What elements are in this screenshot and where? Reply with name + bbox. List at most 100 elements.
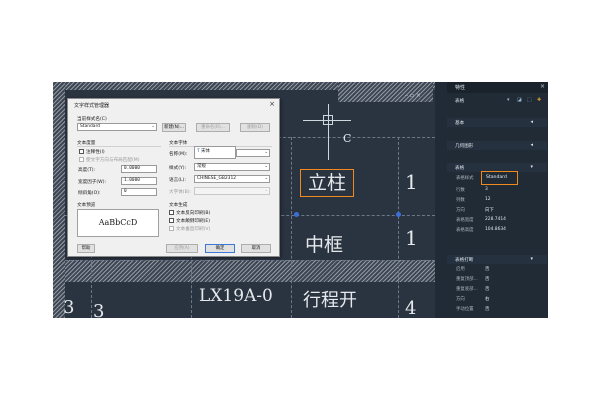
prop-label: 表格宽度	[456, 218, 474, 223]
font-name-select-extension[interactable]: ⌄	[236, 149, 270, 157]
truetype-font-icon: Ƭ	[197, 149, 200, 154]
collapse-icon[interactable]: ◂	[530, 142, 533, 148]
quick-select-icon[interactable]: ◪	[517, 97, 522, 103]
section-geometry[interactable]: 几何图形 ◂	[447, 141, 547, 150]
upside-down-checkbox[interactable]	[169, 210, 174, 215]
table-style-value-box[interactable]: Standard	[481, 171, 518, 185]
crosshair-pickbox	[323, 115, 333, 125]
close-icon[interactable]: ×	[269, 100, 275, 108]
section-table-break-label: 表格打断	[455, 258, 474, 263]
oblique-input[interactable]: 0	[121, 188, 157, 196]
chevron-down-icon[interactable]: ▾	[507, 97, 510, 103]
prop-repeat-top[interactable]: 重复顶部... 否	[447, 275, 547, 283]
font-name-label: 名称(M):	[169, 152, 188, 157]
backwards-checkbox[interactable]	[169, 218, 174, 223]
prop-columns[interactable]: 列数 12	[447, 196, 547, 204]
grid-line	[291, 137, 293, 318]
prop-direction[interactable]: 方向 向下	[447, 206, 547, 214]
text-style-dialog: 文字样式管理器 × 当前样式名(C) Standard ⌄ 新建(N)... 重…	[67, 98, 280, 257]
cell-main-row2[interactable]: 中框	[305, 230, 343, 257]
prop-manual-position[interactable]: 手动位置 否	[447, 305, 547, 313]
cell-main-row3[interactable]: 行程开	[303, 286, 357, 312]
apply-button[interactable]: 应用(A)	[166, 244, 198, 253]
prop-label: 表格高度	[456, 228, 474, 233]
preview-group-label: 文本预览	[77, 203, 96, 208]
prop-table-height[interactable]: 表格高度 104.8634	[447, 226, 547, 234]
bigfont-select[interactable]: ⌄	[194, 187, 270, 195]
table-grip[interactable]	[396, 212, 401, 217]
vertical-label: 文本垂直印刷(V)	[176, 227, 211, 232]
grid-line	[398, 137, 400, 318]
annotative-checkbox[interactable]	[79, 149, 84, 154]
help-button[interactable]: 帮助	[77, 244, 95, 253]
close-icon[interactable]: ×	[540, 83, 545, 90]
prop-break-enabled[interactable]: 启用 否	[447, 265, 547, 273]
vertical-checkbox[interactable]	[169, 226, 174, 231]
section-basic[interactable]: 基本 ◂	[447, 118, 547, 127]
font-style-select[interactable]: 常规 ⌄	[194, 163, 270, 171]
select-objects-icon[interactable]: ⬚	[527, 97, 532, 103]
table-grip[interactable]	[294, 212, 299, 217]
language-value: CHINESE_GB2312	[197, 176, 237, 181]
chevron-down-icon: ⌄	[264, 188, 268, 193]
font-name-select[interactable]: Ƭ 宋体	[194, 146, 236, 159]
prop-label: 表格样式	[456, 176, 474, 181]
panel-titlebar: 特性 ×	[447, 82, 548, 93]
oblique-label: 倾斜角(O):	[78, 191, 101, 196]
prop-label: 方向	[456, 297, 465, 302]
cell-right-row3[interactable]: 4	[405, 298, 416, 318]
font-style-value: 常规	[197, 164, 206, 169]
dialog-title: 文字样式管理器	[74, 103, 110, 109]
preview-box: AaBbCcD	[77, 209, 159, 237]
cell-code-row3[interactable]: LX19A-0	[199, 286, 273, 306]
collapse-icon[interactable]: ◂	[530, 119, 533, 125]
viewport-controls-icon[interactable]: – ▫ ×	[405, 92, 421, 99]
prop-value: 否	[485, 267, 490, 272]
delete-style-button[interactable]: 删除(D)	[240, 123, 270, 132]
section-geometry-label: 几何图形	[455, 144, 474, 149]
width-factor-input[interactable]: 1.0000	[121, 177, 157, 185]
expand-icon[interactable]: ▾	[530, 164, 533, 170]
prop-label: 启用	[456, 267, 465, 272]
prop-label: 手动位置	[456, 307, 474, 312]
section-table-label: 表格	[455, 166, 465, 171]
panel-object-selector[interactable]: 表格 ▾ ◪ ⬚ ✚	[447, 95, 548, 107]
height-input[interactable]: 0.0000	[121, 165, 157, 173]
prop-value: 228.7414	[485, 217, 506, 222]
upside-down-label: 文本反向印刷(B)	[176, 211, 211, 216]
section-basic-label: 基本	[455, 121, 465, 126]
rename-style-button[interactable]: 重命名(R)...	[196, 123, 230, 132]
cell-rownum-row3[interactable]: 3	[63, 297, 74, 318]
prop-value: 12	[485, 197, 491, 202]
cancel-button[interactable]: 取消	[241, 244, 271, 253]
cell-right-row2[interactable]: 1	[405, 226, 418, 250]
annotative-label: 注释性(I)	[86, 150, 105, 155]
object-type: 表格	[455, 99, 465, 104]
current-style-value: Standard	[80, 124, 100, 129]
width-factor-label: 宽度因子(W):	[78, 180, 107, 185]
prop-value: 104.8634	[485, 227, 506, 232]
language-select[interactable]: CHINESE_GB2312 ⌄	[194, 175, 270, 183]
prop-rows[interactable]: 行数 3	[447, 186, 547, 194]
cell-num-row3[interactable]: 3	[93, 301, 104, 318]
prop-table-width[interactable]: 表格宽度 228.7414	[447, 216, 547, 224]
prop-break-direction[interactable]: 方向 右	[447, 295, 547, 303]
prop-label: 行数	[456, 188, 465, 193]
group-divider	[77, 146, 161, 147]
grid-line	[65, 260, 435, 262]
match-orient-label: 使文字方向与布局匹配(M)	[86, 158, 140, 163]
prop-repeat-bottom[interactable]: 重复底部... 否	[447, 285, 547, 293]
prop-value: 否	[485, 287, 490, 292]
pickadd-icon[interactable]: ✚	[537, 97, 541, 103]
cell-main-row1[interactable]: 立柱	[300, 169, 354, 197]
prop-value: 向下	[485, 208, 494, 213]
prop-value: 右	[485, 297, 490, 302]
cell-right-row1[interactable]: 1	[405, 170, 418, 194]
expand-icon[interactable]: ▾	[530, 256, 533, 262]
current-style-select[interactable]: Standard ⌄	[77, 123, 157, 131]
column-letter: C	[343, 132, 352, 145]
match-orient-checkbox[interactable]	[79, 157, 84, 162]
section-table-break[interactable]: 表格打断 ▾	[447, 255, 547, 264]
new-style-button[interactable]: 新建(N)...	[162, 123, 186, 132]
ok-button[interactable]: 确定	[205, 244, 235, 253]
